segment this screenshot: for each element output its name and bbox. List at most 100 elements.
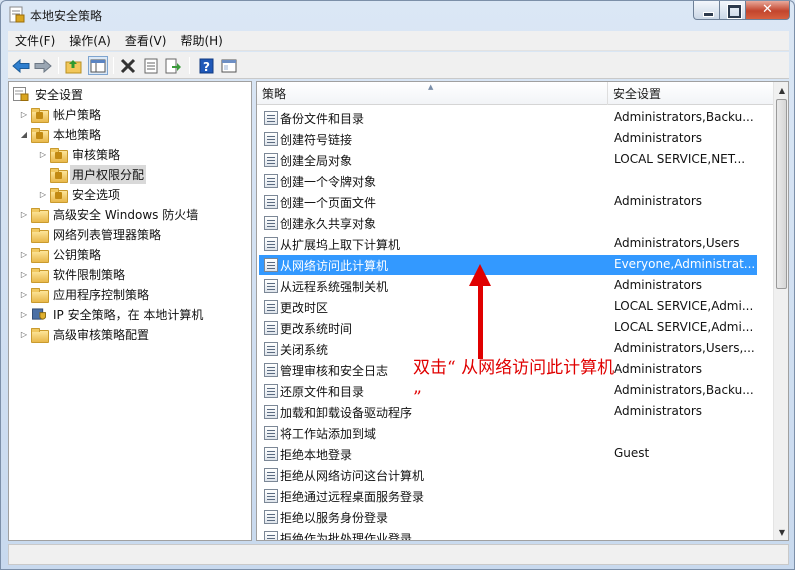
tree-item-software-restriction[interactable]: ▷ 软件限制策略 <box>19 264 127 284</box>
tree-item-ip-security[interactable]: ▷ IP 安全策略，在 本地计算机 <box>19 304 205 324</box>
annotation-arrow-shaft <box>478 281 483 359</box>
tree-label: 公钥策略 <box>53 247 102 262</box>
export-list-button[interactable] <box>163 56 183 75</box>
folder-icon <box>31 247 49 263</box>
policy-row[interactable]: 创建永久共享对象 <box>259 213 757 233</box>
tree-item-user-rights-assignment[interactable]: 用户权限分配 <box>38 164 147 184</box>
policy-item-icon <box>264 426 278 440</box>
policy-item-icon <box>264 300 278 314</box>
menu-file[interactable]: 文件(F) <box>8 32 62 49</box>
tree-item-public-key-policies[interactable]: ▷ 公钥策略 <box>19 244 103 264</box>
menu-view[interactable]: 查看(V) <box>118 32 174 49</box>
policy-setting: Guest <box>614 446 650 460</box>
policy-row[interactable]: 从网络访问此计算机 Everyone,Administrat... <box>259 255 757 275</box>
help-button[interactable]: ? <box>196 56 216 75</box>
tree-item-account-policies[interactable]: ▷ 帐户策略 <box>19 104 103 124</box>
scroll-down-arrow-icon[interactable]: ▼ <box>774 524 788 540</box>
policy-row[interactable]: 创建一个页面文件 Administrators <box>259 192 757 212</box>
policy-row[interactable]: 从远程系统强制关机 Administrators <box>259 276 757 296</box>
properties-button[interactable] <box>141 56 161 75</box>
tree-item-network-list-manager[interactable]: 网络列表管理器策略 <box>19 224 163 244</box>
title-bar: 本地安全策略 <box>1 1 794 29</box>
policy-row[interactable]: 拒绝以服务身份登录 <box>259 507 757 527</box>
policy-row[interactable]: 备份文件和目录 Administrators,Backu... <box>259 108 757 128</box>
ip-security-shield-icon <box>31 307 47 321</box>
policy-row[interactable]: 更改系统时间 LOCAL SERVICE,Admi... <box>259 318 757 338</box>
expand-arrow-icon[interactable]: ▷ <box>19 209 29 219</box>
policy-row[interactable]: 创建符号链接 Administrators <box>259 129 757 149</box>
tree-root-security-settings[interactable]: 安全设置 <box>13 84 85 104</box>
folder-icon <box>31 327 49 343</box>
policy-name: 创建符号链接 <box>280 133 353 147</box>
policy-item-icon <box>264 447 278 461</box>
policy-setting: Everyone,Administrat... <box>614 257 756 271</box>
expand-arrow-icon[interactable]: ▷ <box>38 149 48 159</box>
vertical-scrollbar[interactable]: ▲ ▼ <box>773 82 788 540</box>
policy-name: 拒绝本地登录 <box>280 448 353 462</box>
policy-item-icon <box>264 468 278 482</box>
expand-arrow-icon[interactable]: ▷ <box>38 189 48 199</box>
tree-item-local-policies[interactable]: ◢ 本地策略 <box>19 124 103 144</box>
policy-row[interactable]: 更改时区 LOCAL SERVICE,Admi... <box>259 297 757 317</box>
tree-item-security-options[interactable]: ▷ 安全选项 <box>38 184 122 204</box>
collapse-arrow-icon[interactable]: ◢ <box>19 129 29 139</box>
policy-item-icon <box>264 132 278 146</box>
console-button[interactable] <box>219 56 239 75</box>
toolbar: ? <box>8 52 789 79</box>
policy-item-icon <box>264 153 278 167</box>
expand-arrow-icon[interactable]: ▷ <box>19 249 29 259</box>
policy-name: 从网络访问此计算机 <box>280 259 389 273</box>
maximize-button[interactable] <box>720 1 746 20</box>
policy-row[interactable]: 拒绝从网络访问这台计算机 <box>259 465 757 485</box>
scroll-up-arrow-icon[interactable]: ▲ <box>774 82 788 98</box>
tree-item-advanced-audit[interactable]: ▷ 高级审核策略配置 <box>19 324 151 344</box>
locked-folder-icon <box>31 107 49 123</box>
show-hide-tree-button[interactable] <box>88 56 108 75</box>
expand-arrow-icon[interactable]: ▷ <box>19 289 29 299</box>
policy-item-icon <box>264 531 278 540</box>
policy-row[interactable]: 将工作站添加到域 <box>259 423 757 443</box>
folder-icon <box>31 207 49 223</box>
tree-item-application-control[interactable]: ▷ 应用程序控制策略 <box>19 284 151 304</box>
delete-button[interactable] <box>118 56 138 75</box>
scrollbar-thumb[interactable] <box>776 99 787 289</box>
locked-folder-icon <box>31 127 49 143</box>
tree-item-audit-policy[interactable]: ▷ 审核策略 <box>38 144 122 164</box>
folder-icon <box>31 267 49 283</box>
policy-item-icon <box>264 195 278 209</box>
navigation-tree: 安全设置 ▷ 帐户策略 ◢ 本地策略 ▷ 审核策略 用户权限分配 ▷ 安全选项 <box>8 81 252 541</box>
policy-row[interactable]: 创建全局对象 LOCAL SERVICE,NET... <box>259 150 757 170</box>
policy-row[interactable]: 拒绝通过远程桌面服务登录 <box>259 486 757 506</box>
expand-arrow-icon[interactable]: ▷ <box>19 109 29 119</box>
column-header-setting[interactable]: 安全设置 <box>608 82 774 105</box>
up-one-level-button[interactable] <box>64 56 84 75</box>
sort-ascending-icon: ▲ <box>428 83 434 91</box>
policy-item-icon <box>264 216 278 230</box>
policy-row[interactable]: 创建一个令牌对象 <box>259 171 757 191</box>
forward-button[interactable] <box>33 56 53 75</box>
locked-folder-icon <box>50 187 68 203</box>
policy-row[interactable]: 拒绝作为批处理作业登录 <box>259 528 757 540</box>
expand-arrow-icon[interactable]: ▷ <box>19 329 29 339</box>
close-button[interactable] <box>746 1 790 20</box>
menu-help[interactable]: 帮助(H) <box>173 32 229 49</box>
column-label: 安全设置 <box>613 87 662 101</box>
policy-item-icon <box>264 174 278 188</box>
tree-item-windows-firewall[interactable]: ▷ 高级安全 Windows 防火墙 <box>19 204 200 224</box>
local-security-policy-window: 本地安全策略 文件(F) 操作(A) 查看(V) 帮助(H) <box>0 0 795 570</box>
menu-action[interactable]: 操作(A) <box>62 32 118 49</box>
minimize-button[interactable] <box>693 1 720 20</box>
policy-setting: LOCAL SERVICE,Admi... <box>614 320 754 334</box>
up-folder-icon <box>65 59 82 73</box>
policy-setting: Administrators <box>614 131 703 145</box>
policy-item-icon <box>264 489 278 503</box>
expand-arrow-icon[interactable]: ▷ <box>19 269 29 279</box>
properties-icon <box>144 58 158 73</box>
expand-arrow-icon[interactable]: ▷ <box>19 309 29 319</box>
tree-label: 软件限制策略 <box>53 267 126 282</box>
policy-setting: LOCAL SERVICE,Admi... <box>614 299 754 313</box>
policy-row[interactable]: 从扩展坞上取下计算机 Administrators,Users <box>259 234 757 254</box>
policy-name: 管理审核和安全日志 <box>280 364 389 378</box>
back-button[interactable] <box>11 56 31 75</box>
policy-row[interactable]: 拒绝本地登录 Guest <box>259 444 757 464</box>
